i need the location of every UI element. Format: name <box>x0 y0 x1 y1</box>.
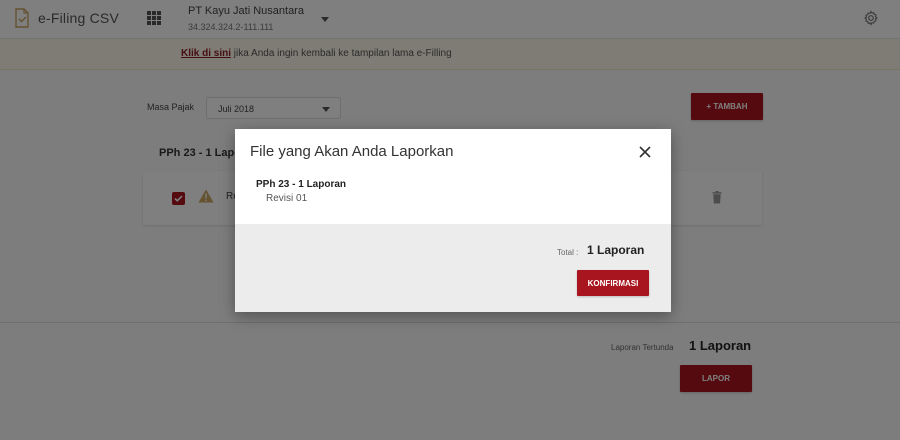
modal-title: File yang Akan Anda Laporkan <box>250 143 454 160</box>
modal-item-title: PPh 23 - 1 Laporan <box>256 179 347 190</box>
modal-item-subtitle: Revisi 01 <box>266 193 308 204</box>
confirm-modal: File yang Akan Anda Laporkan PPh 23 - 1 … <box>235 129 671 312</box>
confirm-button[interactable]: KONFIRMASI <box>577 270 649 296</box>
total-label: Total : <box>557 248 579 257</box>
close-icon[interactable] <box>639 146 651 158</box>
modal-footer: Total : 1 Laporan KONFIRMASI <box>235 224 671 312</box>
total-value: 1 Laporan <box>587 243 645 257</box>
